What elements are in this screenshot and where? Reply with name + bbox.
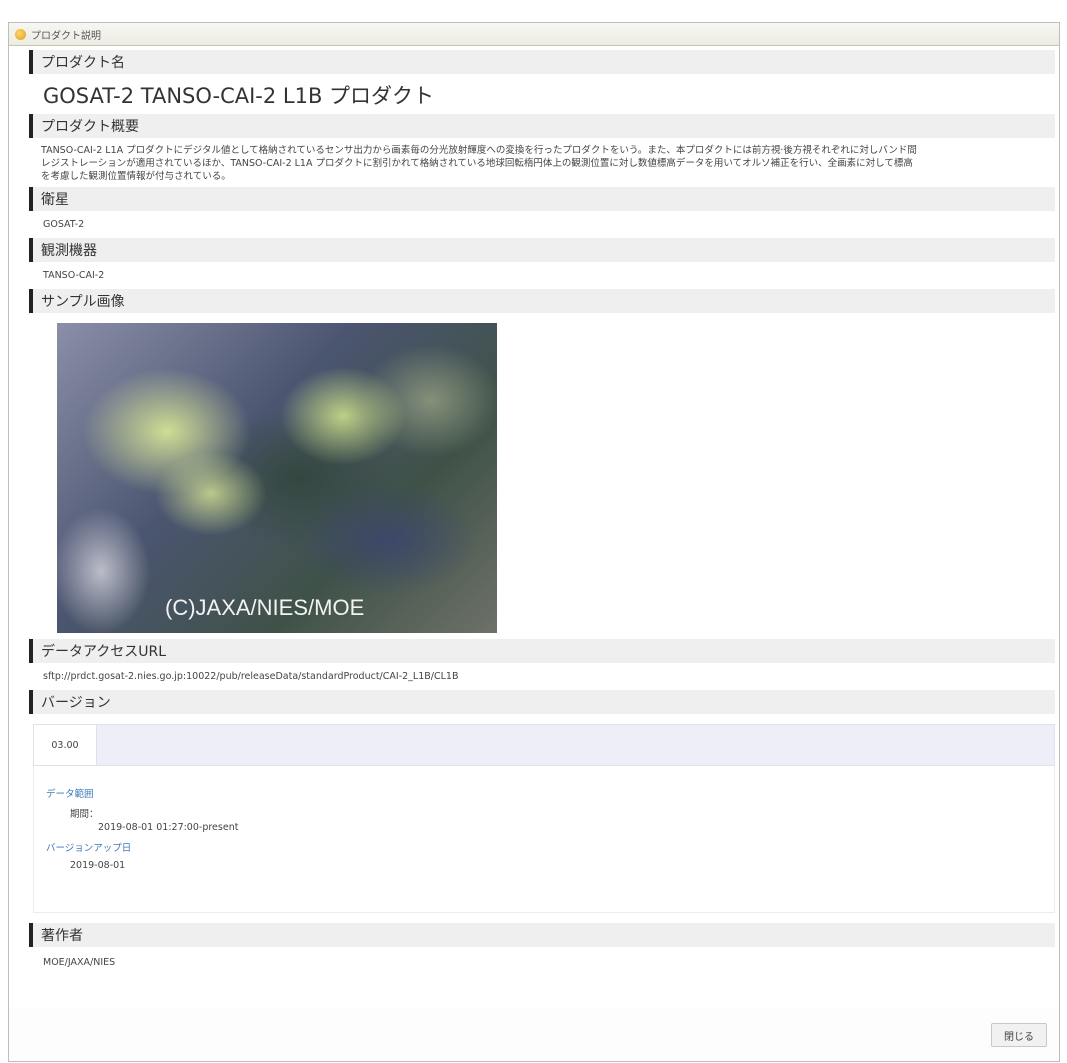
instrument-value: TANSO-CAI-2 [43, 270, 105, 281]
sample-image: (C)JAXA/NIES/MOE [57, 323, 497, 633]
data-access-url[interactable]: sftp://prdct.gosat-2.nies.go.jp:10022/pu… [43, 671, 1059, 682]
overview-line-3: を考慮した観測位置情報が付与されている。 [41, 171, 231, 182]
data-range-link[interactable]: データ範囲 [46, 786, 94, 800]
dialog-titlebar: プロダクト説明 [9, 23, 1059, 46]
author-value: MOE/JAXA/NIES [43, 957, 116, 968]
overview-line-1: TANSO-CAI-2 L1A プロダクトにデジタル値として格納されているセンサ… [41, 145, 917, 156]
section-heading-sample-image: サンプル画像 [29, 289, 1055, 313]
sample-image-watermark: (C)JAXA/NIES/MOE [165, 595, 365, 620]
tab-version-03-00[interactable]: 03.00 [34, 725, 97, 765]
section-heading-instrument: 観測機器 [29, 238, 1055, 262]
dialog-title: プロダクト説明 [31, 30, 101, 42]
version-update-link[interactable]: バージョンアップ日 [46, 840, 131, 854]
star-icon [15, 28, 26, 40]
overview-line-2: レジストレーションが適用されているほか、TANSO-CAI-2 L1A プロダク… [41, 158, 913, 169]
product-name-value: GOSAT-2 TANSO-CAI-2 L1B プロダクト [43, 84, 435, 108]
close-button[interactable]: 閉じる [991, 1023, 1047, 1047]
section-heading-version: バージョン [29, 690, 1055, 714]
section-heading-product-name: プロダクト名 [29, 50, 1055, 74]
overview-text: TANSO-CAI-2 L1A プロダクトにデジタル値として格納されているセンサ… [41, 144, 1045, 183]
version-detail-panel: データ範囲 期間： 2019-08-01 01:27:00-present バー… [33, 766, 1055, 913]
section-heading-satellite: 衛星 [29, 187, 1055, 211]
period-label: 期間： [70, 809, 99, 820]
satellite-value: GOSAT-2 [43, 219, 85, 230]
version-update-value: 2019-08-01 [70, 860, 126, 871]
section-heading-overview: プロダクト概要 [29, 114, 1055, 138]
section-heading-data-access-url: データアクセスURL [29, 639, 1055, 663]
dialog-content: プロダクト名 GOSAT-2 TANSO-CAI-2 L1B プロダクト プロダ… [9, 46, 1059, 1009]
section-heading-author: 著作者 [29, 923, 1055, 947]
period-value: 2019-08-01 01:27:00-present [98, 822, 239, 833]
version-tabs: 03.00 [33, 724, 1055, 766]
product-description-dialog: プロダクト説明 プロダクト名 GOSAT-2 TANSO-CAI-2 L1B プ… [8, 22, 1060, 1062]
